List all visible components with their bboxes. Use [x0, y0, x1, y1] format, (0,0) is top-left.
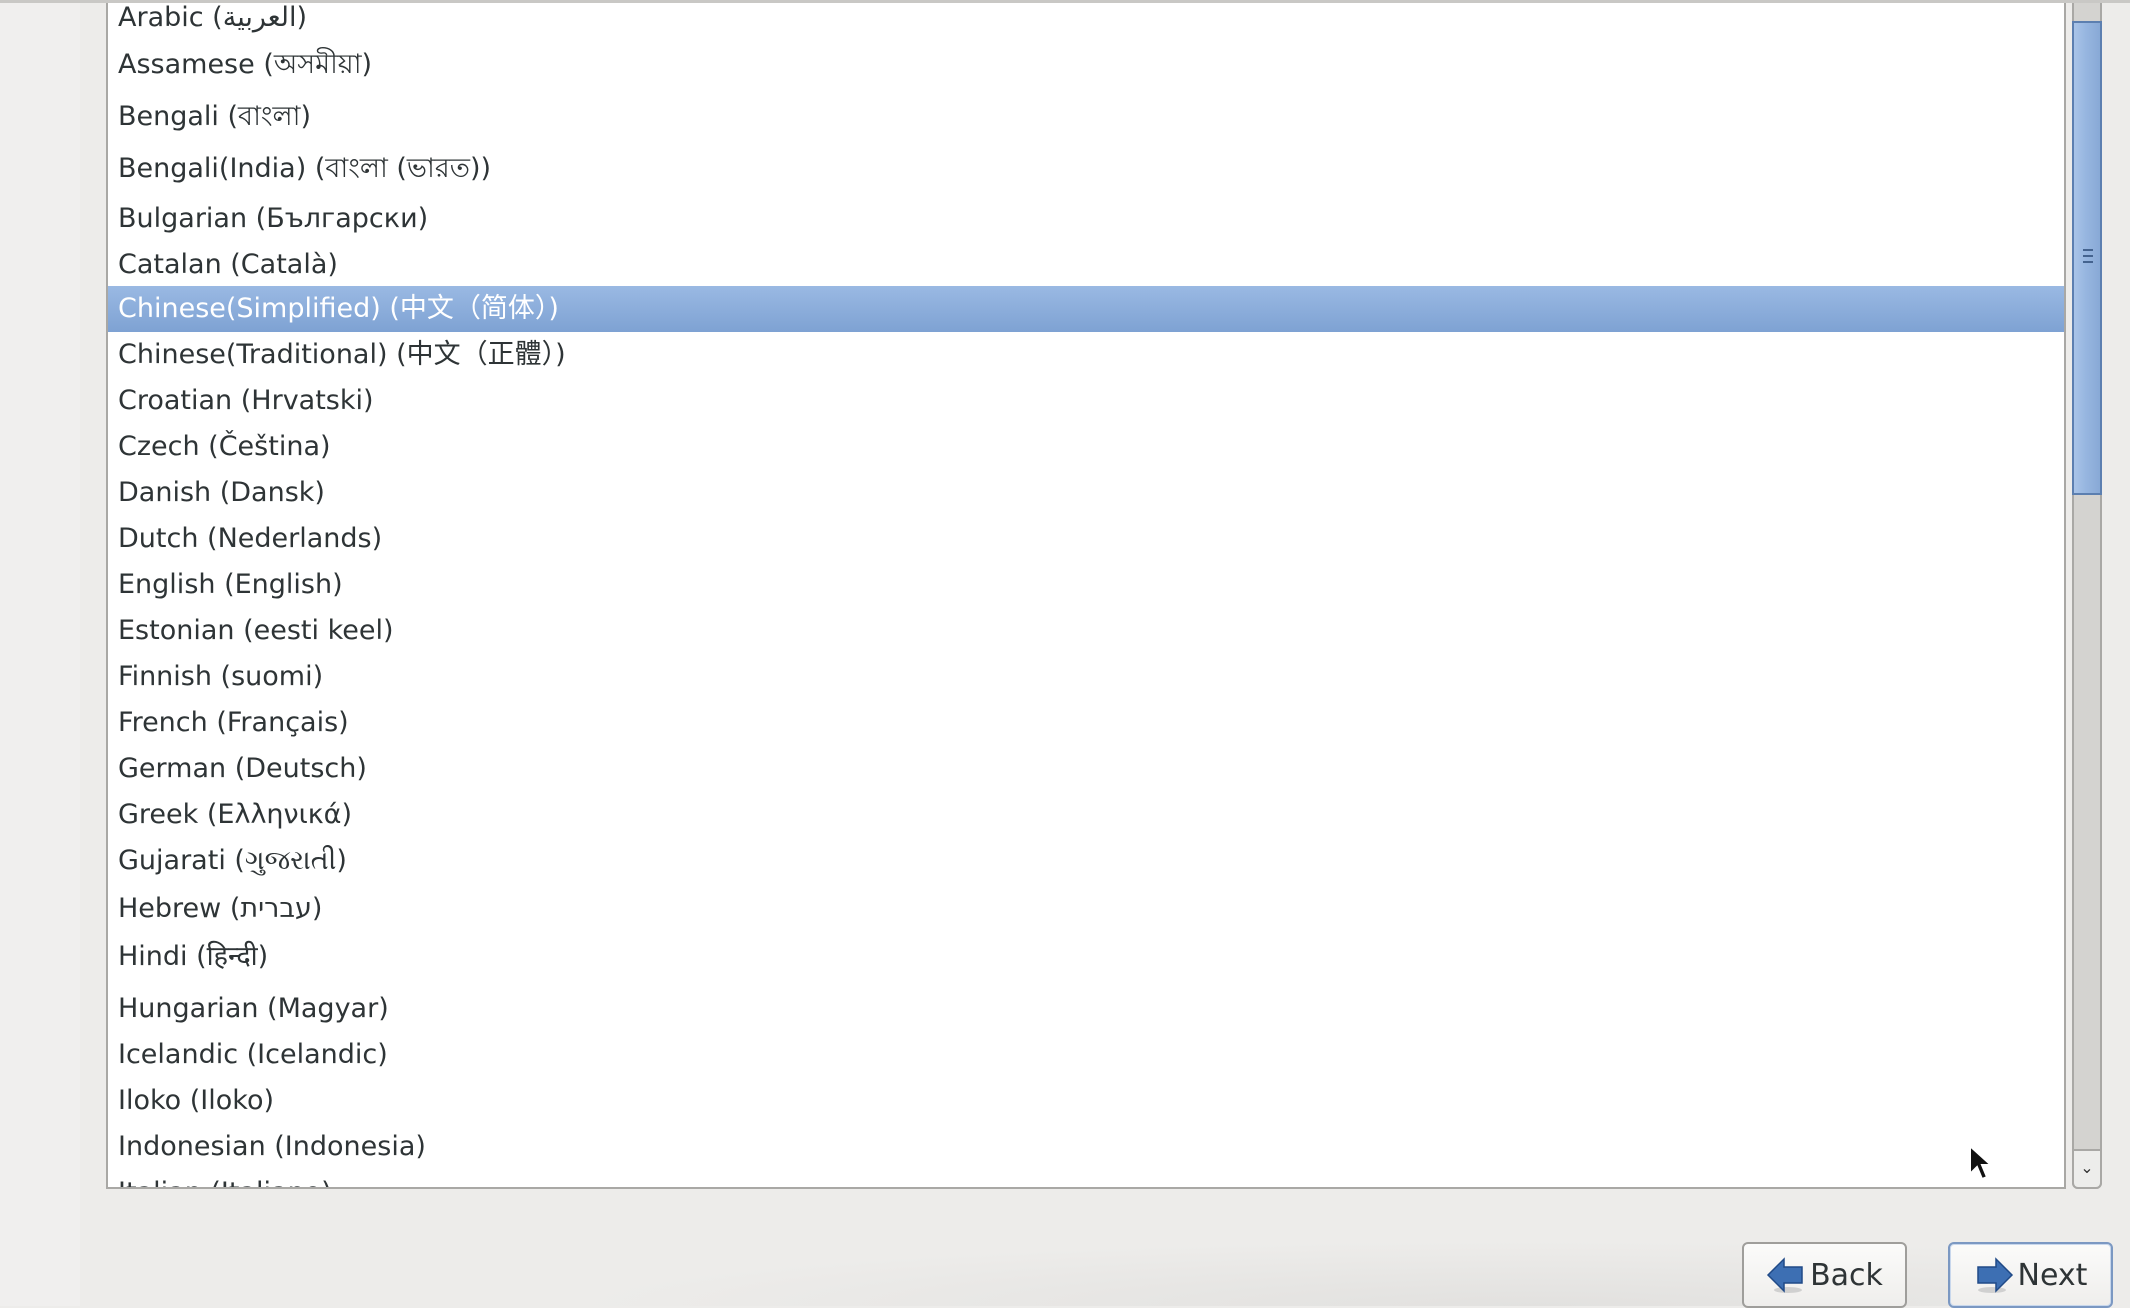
language-list-item[interactable]: Assamese (অসমীয়া) — [108, 42, 2064, 88]
language-list-item[interactable]: Bengali (বাংলা) — [108, 94, 2064, 140]
language-list-item[interactable]: Dutch (Nederlands) — [108, 516, 2064, 562]
arrow-right-icon — [1976, 1257, 2013, 1293]
language-list-item[interactable]: Catalan (Català) — [108, 242, 2064, 288]
language-list-item[interactable]: Bengali(India) (বাংলা (ভারত)) — [108, 146, 2064, 192]
chevron-down-icon: ⌄ — [2080, 1158, 2094, 1177]
language-list-item[interactable]: Chinese(Traditional) (中文（正體）) — [108, 332, 2064, 378]
scroll-down-button[interactable]: ⌄ — [2072, 1149, 2102, 1189]
grip-icon — [2083, 249, 2093, 267]
language-list-item[interactable]: Iloko (Iloko) — [108, 1078, 2064, 1124]
language-list-item[interactable]: German (Deutsch) — [108, 746, 2064, 792]
language-list-item[interactable]: Greek (Ελληνικά) — [108, 792, 2064, 838]
language-list-item[interactable]: Hebrew (עברית) — [108, 886, 2064, 932]
language-list-item[interactable]: Icelandic (Icelandic) — [108, 1032, 2064, 1078]
language-list-item[interactable]: Indonesian (Indonesia) — [108, 1124, 2064, 1170]
mouse-cursor-icon — [1969, 1144, 1994, 1181]
back-button[interactable]: Back — [1742, 1242, 1907, 1308]
language-list-scrollbar[interactable]: ⌄ — [2072, 3, 2102, 1189]
language-list-item[interactable]: Italian (Italiano) — [108, 1170, 2064, 1187]
language-list-item[interactable]: Gujarati (ગુજરાતી) — [108, 838, 2064, 884]
language-list-item[interactable]: Estonian (eesti keel) — [108, 608, 2064, 654]
scrollbar-thumb[interactable] — [2072, 21, 2102, 495]
left-panel-strip — [0, 0, 80, 1306]
language-list-item-selected[interactable]: Chinese(Simplified) (中文（简体）) — [108, 286, 2064, 332]
language-list-item[interactable]: Bulgarian (Български) — [108, 196, 2064, 242]
language-list-item[interactable]: Danish (Dansk) — [108, 470, 2064, 516]
arrow-left-icon — [1767, 1257, 1803, 1293]
language-list-item[interactable]: Croatian (Hrvatski) — [108, 378, 2064, 424]
next-button[interactable]: Next — [1948, 1242, 2113, 1308]
next-button-label: Next — [2017, 1257, 2088, 1293]
language-list[interactable]: Arabic (العربية) Assamese (অসমীয়া) Bengal… — [106, 3, 2066, 1189]
language-list-item[interactable]: Finnish (suomi) — [108, 654, 2064, 700]
language-list-item[interactable]: Hungarian (Magyar) — [108, 986, 2064, 1032]
language-list-item[interactable]: Hindi (हिन्दी) — [108, 934, 2064, 980]
language-list-item[interactable]: French (Français) — [108, 700, 2064, 746]
back-button-label: Back — [1810, 1257, 1883, 1293]
language-list-item[interactable]: Arabic (العربية) — [108, 3, 2064, 41]
language-list-item[interactable]: Czech (Čeština) — [108, 424, 2064, 470]
language-list-item[interactable]: English (English) — [108, 562, 2064, 608]
